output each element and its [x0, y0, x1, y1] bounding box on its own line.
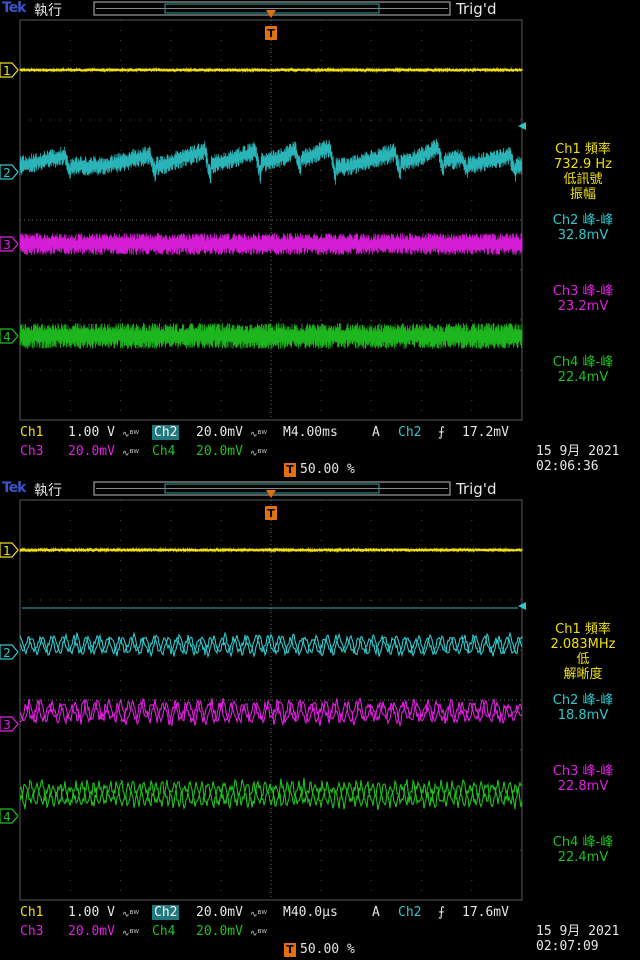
bw-limit-icon: ∿ᴮᵂ	[122, 449, 139, 459]
ch1-scale: 1.00 V	[68, 905, 115, 920]
trigger-arrow-icon	[266, 10, 276, 18]
ch1-marker-icon-label: 1	[3, 64, 11, 78]
ch1-scale: 1.00 V	[68, 425, 115, 440]
trigger-mode: A	[372, 425, 380, 440]
measurement-ch3-pk2pk: Ch3 峰-峰 22.8mV	[552, 764, 614, 794]
trigger-mode: A	[372, 905, 380, 920]
trigger-position: T 50.00 %	[284, 462, 355, 477]
trigger-source: Ch2	[398, 905, 422, 920]
bw-limit-icon: ∿ᴮᵂ	[250, 929, 267, 939]
ch4-scale: 20.0mV	[196, 444, 243, 459]
measurement-ch1-frequency: Ch1 頻率 732.9 Hz 低訊號 振幅	[554, 142, 612, 202]
ch2-trace	[19, 138, 522, 185]
trigger-slope-icon: ⨍	[438, 425, 445, 440]
trigger-marker-label: T	[267, 27, 275, 40]
ch3-marker-icon-label: 3	[3, 718, 11, 732]
measurement-ch3-pk2pk: Ch3 峰-峰 23.2mV	[552, 284, 614, 314]
ch4-marker-icon-label: 4	[3, 330, 11, 344]
datetime: 15 9月 2021 02:06:36	[536, 444, 620, 474]
bw-limit-icon: ∿ᴮᵂ	[122, 430, 139, 440]
timebase: M40.0µs	[283, 905, 338, 920]
bw-limit-icon: ∿ᴮᵂ	[250, 449, 267, 459]
trigger-position-icon: T	[284, 462, 296, 477]
ch2-scale: 20.0mV	[196, 905, 243, 920]
ch1-trace	[19, 66, 523, 74]
ch2-label: Ch2	[152, 905, 180, 920]
measurement-ch1-frequency: Ch1 頻率 2.083MHz 低 解晰度	[550, 622, 616, 682]
ch3-scale: 20.0mV	[68, 444, 115, 459]
trigger-level: 17.2mV	[462, 425, 509, 440]
ch2-marker-icon-label: 2	[3, 166, 11, 180]
datetime: 15 9月 2021 02:07:09	[536, 924, 620, 954]
bw-limit-icon: ∿ᴮᵂ	[122, 929, 139, 939]
ch2-label: Ch2	[152, 425, 180, 440]
measurement-ch2-pk2pk: Ch2 峰-峰 32.8mV	[552, 213, 614, 243]
ch3-marker-icon-label: 3	[3, 238, 11, 252]
bw-limit-icon: ∿ᴮᵂ	[250, 910, 267, 920]
ch4-label: Ch4	[152, 444, 176, 459]
trigger-position-icon: T	[284, 942, 296, 957]
ch2-scale: 20.0mV	[196, 425, 243, 440]
trigger-source: Ch2	[398, 425, 422, 440]
ch1-marker-icon-label: 1	[3, 544, 11, 558]
ch1-label: Ch1	[20, 425, 44, 440]
trigger-marker-label: T	[267, 507, 275, 520]
ch4-label: Ch4	[152, 924, 176, 939]
ch1-trace	[19, 546, 523, 554]
ch3-trace	[19, 232, 523, 256]
ch3-label: Ch3	[20, 444, 44, 459]
ch2-marker-icon-label: 2	[3, 646, 11, 660]
scope-screen-1: Tek 執行 Trig'd T 1 2 3 4 ∿ᴮᵂ ∿ᴮᵂ ∿ᴮᵂ ∿ᴮᵂ Ch1 頻率 7…	[0, 0, 640, 480]
trigger-slope-icon: ⨍	[438, 905, 445, 920]
trigger-position: T 50.00 %	[284, 942, 355, 957]
ch1-label: Ch1	[20, 905, 44, 920]
scope-screen-2: Tek 執行 Trig'd T 1 2 3 4 ∿ᴮᵂ ∿ᴮᵂ ∿ᴮᵂ ∿ᴮᵂ Ch1 頻率 2…	[0, 480, 640, 960]
trigger-level: 17.6mV	[462, 905, 509, 920]
measurement-ch4-pk2pk: Ch4 峰-峰 22.4mV	[552, 355, 614, 385]
measurement-ch4-pk2pk: Ch4 峰-峰 22.4mV	[552, 835, 614, 865]
timebase: M4.00ms	[283, 425, 338, 440]
ch4-trace	[19, 322, 523, 350]
ch3-label: Ch3	[20, 924, 44, 939]
ch3-scale: 20.0mV	[68, 924, 115, 939]
bw-limit-icon: ∿ᴮᵂ	[122, 910, 139, 920]
bw-limit-icon: ∿ᴮᵂ	[250, 430, 267, 440]
ch4-scale: 20.0mV	[196, 924, 243, 939]
measurement-ch2-pk2pk: Ch2 峰-峰 18.8mV	[552, 693, 614, 723]
ch4-marker-icon-label: 4	[3, 810, 11, 824]
trigger-arrow-icon	[266, 490, 276, 498]
